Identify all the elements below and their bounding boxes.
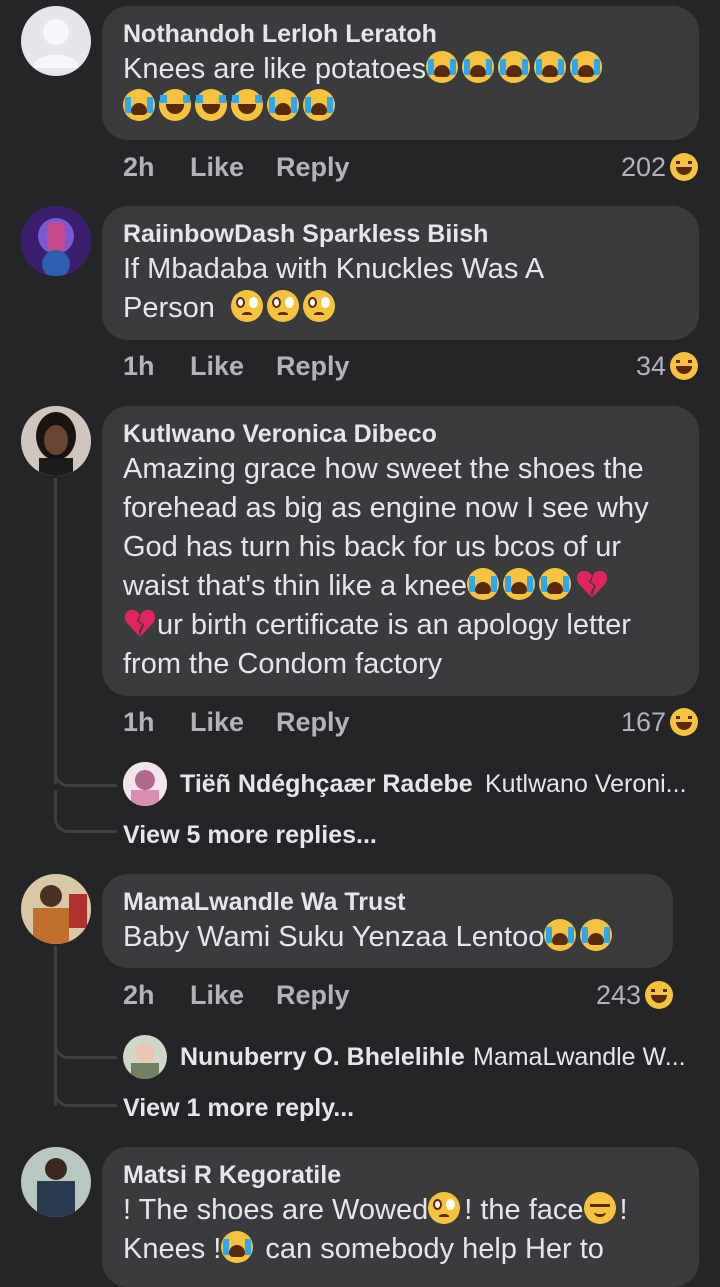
crying-emoji-icon — [303, 89, 335, 122]
default-avatar[interactable] — [21, 6, 91, 76]
crying-emoji-icon — [503, 568, 536, 601]
avatar[interactable] — [21, 206, 91, 276]
pleading-face-emoji-icon — [267, 290, 300, 323]
profile-photo-icon — [21, 1147, 91, 1217]
like-button[interactable]: Like — [190, 977, 244, 1013]
thread-connector — [54, 1010, 117, 1059]
haha-reaction-icon — [670, 351, 698, 380]
profile-photo-icon — [21, 874, 91, 944]
crying-emoji-icon — [580, 919, 613, 952]
pleading-face-emoji-icon — [303, 290, 336, 323]
haha-reaction-icon — [670, 707, 698, 736]
comment-time: 1h — [123, 351, 155, 381]
comment-text: Amazing grace how sweet the shoes the fo… — [123, 453, 649, 680]
comment-time: 2h — [123, 980, 155, 1010]
reaction-count[interactable]: 167 — [560, 704, 698, 740]
haha-reaction-icon — [645, 980, 673, 1009]
like-button[interactable]: Like — [190, 348, 244, 384]
crying-emoji-icon — [570, 51, 603, 84]
haha-reaction-icon — [670, 152, 698, 181]
reply-preview[interactable]: Nunuberry O. Bhelelihle MamaLwandle W... — [123, 1035, 693, 1079]
reply-button[interactable]: Reply — [276, 977, 350, 1013]
thread-connector — [54, 740, 117, 787]
thread-line — [54, 478, 57, 784]
pleading-face-emoji-icon — [428, 1192, 461, 1225]
crying-emoji-icon — [498, 51, 531, 84]
reaction-count[interactable]: 34 — [560, 348, 698, 384]
thread-connector — [54, 790, 117, 833]
broken-heart-icon — [124, 610, 156, 638]
reply-snippet: MamaLwandle W... — [473, 1043, 686, 1071]
crying-emoji-icon — [426, 51, 459, 84]
comment-author[interactable]: Nothandoh Lerloh Leratoh — [123, 18, 679, 50]
reaction-count[interactable]: 243 — [535, 977, 673, 1013]
comment-time: 2h — [123, 152, 155, 182]
crying-emoji-icon — [462, 51, 495, 84]
reply-button[interactable]: Reply — [276, 348, 350, 384]
comment-text: Baby Wami Suku Yenzaa Lentoo — [123, 918, 653, 957]
crying-emoji-icon — [539, 568, 572, 601]
reply-avatar — [123, 762, 167, 806]
comment-author[interactable]: Kutlwano Veronica Dibeco — [123, 418, 679, 450]
laughing-emoji-icon — [231, 89, 263, 122]
view-more-replies-link[interactable]: View 1 more reply... — [123, 1091, 354, 1125]
comment-bubble: Matsi R Kegoratile ! The shoes are Wowed… — [102, 1147, 699, 1287]
view-more-replies-link[interactable]: View 5 more replies... — [123, 818, 377, 852]
reply-button[interactable]: Reply — [276, 704, 350, 740]
reaction-count[interactable]: 202 — [560, 149, 698, 185]
comment-bubble: Nothandoh Lerloh Leratoh Knees are like … — [102, 6, 699, 140]
crying-emoji-icon — [544, 919, 577, 952]
comment-text: If Mbadaba with Knuckles Was A Person — [123, 253, 545, 324]
like-button[interactable]: Like — [190, 704, 244, 740]
avatar[interactable] — [21, 1147, 91, 1217]
reply-author: Tiëñ Ndéghçaær Radebe — [180, 770, 473, 798]
comment-author[interactable]: RaiinbowDash Sparkless Biish — [123, 218, 679, 250]
comment-text: ! The shoes are Wowed! the face! Knees !… — [123, 1192, 628, 1265]
broken-heart-icon — [576, 571, 608, 599]
comment-bubble: RaiinbowDash Sparkless Biish If Mbadaba … — [102, 206, 699, 340]
crying-emoji-icon — [221, 1231, 254, 1264]
laughing-emoji-icon — [159, 89, 191, 122]
avatar[interactable] — [21, 874, 91, 944]
comment-bubble: MamaLwandle Wa Trust Baby Wami Suku Yenz… — [102, 874, 673, 968]
reply-snippet: Kutlwano Veroni... — [485, 770, 687, 798]
profile-photo-icon — [21, 406, 91, 476]
crying-emoji-icon — [123, 89, 155, 122]
profile-photo-icon — [123, 1035, 167, 1079]
reply-preview[interactable]: Tiëñ Ndéghçaær Radebe Kutlwano Veroni... — [123, 762, 693, 806]
comment-author[interactable]: Matsi R Kegoratile — [123, 1159, 679, 1191]
like-button[interactable]: Like — [190, 149, 244, 185]
reply-author: Nunuberry O. Bhelelihle — [180, 1043, 465, 1071]
pleading-face-emoji-icon — [231, 290, 264, 323]
avatar[interactable] — [21, 406, 91, 476]
reply-button[interactable]: Reply — [276, 149, 350, 185]
comment-bubble: Kutlwano Veronica Dibeco Amazing grace h… — [102, 406, 699, 696]
crying-emoji-icon — [534, 51, 567, 84]
laughing-emoji-icon — [195, 89, 227, 122]
reply-avatar — [123, 1035, 167, 1079]
profile-photo-icon — [21, 206, 91, 276]
comment-time: 1h — [123, 707, 155, 737]
crying-emoji-icon — [267, 89, 299, 122]
crying-emoji-icon — [467, 568, 500, 601]
comment-author[interactable]: MamaLwandle Wa Trust — [123, 886, 653, 918]
person-silhouette-icon — [33, 19, 79, 68]
profile-photo-icon — [123, 762, 167, 806]
relieved-face-emoji-icon — [583, 1192, 616, 1225]
comment-text: Knees are like potatoes — [123, 50, 679, 126]
thread-connector — [54, 1062, 117, 1107]
